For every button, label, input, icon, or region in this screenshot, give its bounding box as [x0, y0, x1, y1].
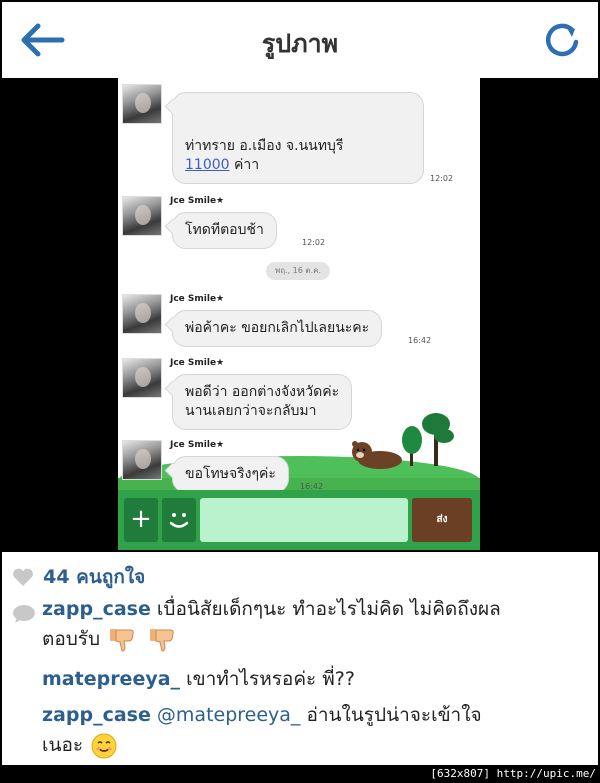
post-info: 44 คนถูกใจ zapp_case เบื่อนิสัยเด็กๆนะ ท…	[2, 552, 598, 765]
watermark: [632x807] http://upic.me/	[430, 767, 596, 780]
comment: zapp_case @matepreeya_ อ่านในรูปน่าจะเข้…	[42, 700, 582, 731]
top-bar: รูปภาพ	[2, 2, 598, 78]
message-time: 12:02	[302, 238, 326, 247]
sender-name: Jce Smile★	[170, 294, 225, 304]
avatar	[122, 440, 162, 480]
comment-text: อ่านในรูปน่าจะเข้าใจ	[300, 704, 482, 726]
date-separator: พฤ., 16 ต.ค.	[266, 262, 330, 280]
sender-name: Jce Smile★	[170, 358, 225, 368]
comment-icon	[13, 605, 35, 623]
comment-text: เนอะ	[42, 734, 84, 756]
sender-name: Jce Smile★	[170, 196, 225, 206]
message-text: โทดทีตอบช้า	[185, 222, 264, 238]
chat-bubble: ท่าทราย อ.เมือง จ.นนทบุรี 11000 ค่าา	[172, 92, 424, 184]
refresh-icon	[545, 23, 579, 57]
message-text: ขอโทษจริงๆค่ะ	[185, 466, 276, 482]
comment-text: เบื่อนิสัยเด็กๆนะ ทำอะไรไม่คิด ไม่คิดถึง…	[150, 598, 501, 620]
post-photo[interactable]: ท่าทราย อ.เมือง จ.นนทบุรี 11000 ค่าา 12:…	[118, 78, 480, 550]
page-title: รูปภาพ	[261, 29, 339, 58]
footer-strip: [632x807] http://upic.me/	[0, 765, 600, 783]
smiley-icon	[169, 513, 189, 528]
sticker-button[interactable]	[162, 498, 196, 542]
message-input[interactable]	[200, 498, 408, 542]
chat-bubble: โทดทีตอบช้า	[172, 212, 277, 249]
avatar	[122, 294, 162, 334]
message-text: ท่าทราย อ.เมือง จ.นนทบุรี	[185, 138, 344, 154]
message-text: นานเลยกว่าจะกลับมา	[185, 402, 317, 419]
comment-username[interactable]: matepreeya_	[42, 668, 180, 690]
comment: matepreeya_ เขาทำไรหรอค่ะ พี่??	[42, 664, 582, 695]
likes-count[interactable]: 44 คนถูกใจ	[43, 562, 145, 592]
chat-bubble: พอดีว่า ออกต่างจังหวัดค่ะ นานเลยกว่าจะกล…	[172, 374, 353, 430]
tree-icon	[402, 413, 454, 466]
chat-bubble: พ่อค้าคะ ขอยกเลิกไปเลยนะคะ	[172, 310, 383, 347]
message-text: พ่อค้าคะ ขอยกเลิกไปเลยนะคะ	[185, 320, 370, 336]
chat-bubble: ขอโทษจริงๆค่ะ	[172, 456, 289, 493]
avatar	[122, 196, 162, 236]
comment-username[interactable]: zapp_case	[42, 598, 151, 620]
chat-input-bar: + ส่ง	[118, 490, 480, 550]
likes-row[interactable]: 44 คนถูกใจ	[12, 562, 145, 588]
smile-emoji-icon	[91, 733, 117, 758]
comment: zapp_case เบื่อนิสัยเด็กๆนะ ทำอะไรไม่คิด…	[42, 594, 582, 625]
send-button[interactable]: ส่ง	[412, 498, 472, 542]
refresh-button[interactable]	[542, 20, 582, 60]
bear-sticker-icon	[352, 441, 402, 469]
message-text: ค่าา	[229, 156, 260, 173]
postal-code-link[interactable]: 11000	[185, 157, 230, 173]
thumbs-down-emoji-icon	[110, 628, 134, 652]
comment-text: เขาทำไรหรอค่ะ พี่??	[180, 668, 355, 690]
message-text: พอดีว่า ออกต่างจังหวัดค่ะ	[185, 384, 340, 400]
avatar	[122, 358, 162, 398]
comment-continued: เนอะ	[42, 730, 582, 761]
comment-text: ตอบรับ	[42, 628, 101, 650]
heart-icon	[13, 568, 33, 586]
message-time: 12:02	[430, 174, 454, 183]
comment-continued: ตอบรับ	[42, 624, 582, 655]
message-time: 16:42	[408, 336, 432, 345]
add-button[interactable]: +	[124, 498, 158, 542]
sender-name: Jce Smile★	[170, 440, 225, 450]
mention-link[interactable]: @matepreeya_	[151, 704, 301, 726]
comment-username[interactable]: zapp_case	[42, 704, 151, 726]
thumbs-down-emoji-icon	[150, 628, 174, 652]
avatar	[122, 84, 162, 124]
